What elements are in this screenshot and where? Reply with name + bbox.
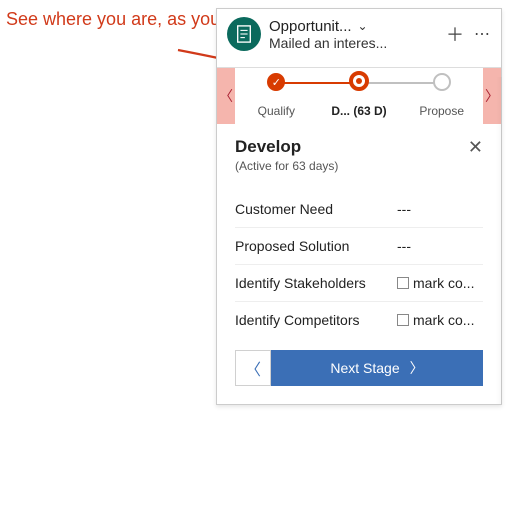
field-value[interactable]: mark co...: [397, 312, 483, 328]
stage-propose[interactable]: Propose: [400, 68, 483, 124]
stage-circle-pending: [433, 73, 451, 91]
record-subtitle: Mailed an interes...: [269, 35, 409, 51]
document-icon: [236, 25, 252, 43]
checkbox-icon[interactable]: [397, 277, 409, 289]
checkbox-label: mark co...: [413, 312, 474, 328]
field-row[interactable]: Identify Stakeholders mark co...: [235, 264, 483, 301]
field-value[interactable]: ---: [397, 201, 483, 217]
stage-scroll-left[interactable]: 〈: [217, 68, 235, 124]
more-button[interactable]: ⋯: [474, 24, 491, 44]
stage-circle-active: [349, 71, 369, 91]
field-row[interactable]: Proposed Solution ---: [235, 227, 483, 264]
chevron-down-icon[interactable]: ⌄: [358, 19, 368, 33]
checkbox-label: mark co...: [413, 275, 474, 291]
stage-circle-done: [267, 73, 285, 91]
panel-footer: 〈 Next Stage 〉: [235, 350, 483, 386]
field-label: Proposed Solution: [235, 238, 389, 254]
checkbox-icon[interactable]: [397, 314, 409, 326]
chevron-right-icon: 〉: [410, 358, 424, 378]
stage-label: D... (63 D): [318, 104, 401, 118]
field-value[interactable]: mark co...: [397, 275, 483, 291]
field-label: Identify Competitors: [235, 312, 389, 328]
field-list: Customer Need --- Proposed Solution --- …: [235, 191, 483, 338]
stage-develop[interactable]: D... (63 D): [318, 68, 401, 124]
field-row[interactable]: Identify Competitors mark co...: [235, 301, 483, 338]
field-label: Identify Stakeholders: [235, 275, 389, 291]
previous-stage-button[interactable]: 〈: [235, 350, 271, 386]
stage-panel: Develop (Active for 63 days) ✕ Customer …: [217, 123, 501, 404]
panel-title: Develop: [235, 137, 338, 157]
panel-active-text: (Active for 63 days): [235, 159, 338, 173]
record-title[interactable]: Opportunit...: [269, 18, 352, 35]
next-stage-label: Next Stage: [330, 360, 399, 376]
card-header: Opportunit... ⌄ Mailed an interes... ＋ ⋯: [217, 9, 501, 67]
field-row[interactable]: Customer Need ---: [235, 191, 483, 227]
record-card: Opportunit... ⌄ Mailed an interes... ＋ ⋯…: [216, 8, 502, 405]
stage-progress-bar: 〈 〉 Qualify D... (63 D) Propose: [217, 67, 501, 123]
add-button[interactable]: ＋: [446, 21, 464, 47]
scrollbar[interactable]: [496, 77, 502, 404]
close-icon[interactable]: ✕: [468, 137, 483, 158]
stage-qualify[interactable]: Qualify: [235, 68, 318, 124]
record-avatar: [227, 17, 261, 51]
stage-label: Propose: [400, 104, 483, 118]
title-block: Opportunit... ⌄ Mailed an interes...: [269, 18, 438, 51]
field-value[interactable]: ---: [397, 238, 483, 254]
field-label: Customer Need: [235, 201, 389, 217]
stage-track: Qualify D... (63 D) Propose: [235, 68, 483, 124]
next-stage-button[interactable]: Next Stage 〉: [271, 350, 483, 386]
stage-label: Qualify: [235, 104, 318, 118]
